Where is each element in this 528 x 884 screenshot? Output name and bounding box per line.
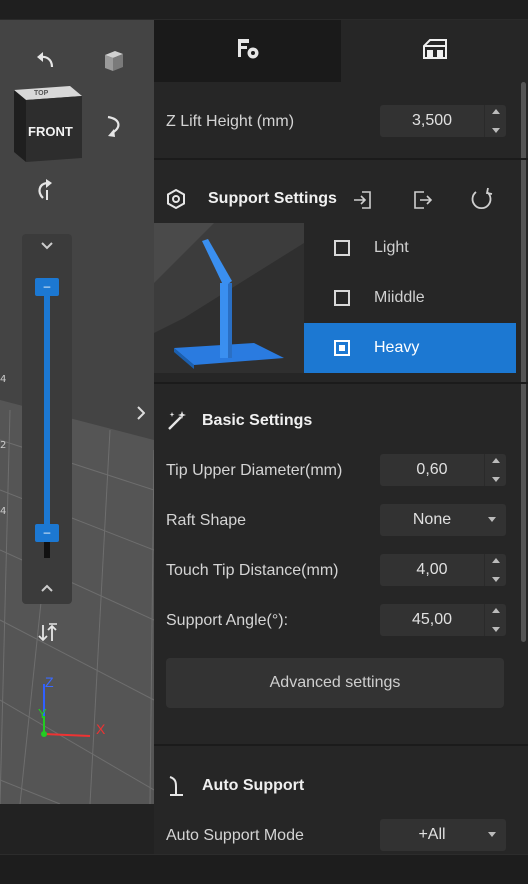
sort-layers-icon[interactable]	[34, 620, 62, 646]
advanced-settings-button[interactable]: Advanced settings	[166, 658, 504, 708]
file-gear-icon	[235, 37, 261, 66]
view-cube-top-label: TOP	[34, 90, 49, 97]
chevron-down-icon	[488, 517, 496, 522]
auto-support-mode-row: Auto Support Mode +All	[166, 819, 506, 853]
divider	[154, 382, 528, 384]
z-lift-height-row: Z Lift Height (mm) 3,500	[166, 105, 506, 139]
layer-slider-lower-handle[interactable]: –	[35, 524, 59, 542]
touch-tip-distance-input[interactable]: 4,00	[380, 554, 506, 586]
collapse-panel-chevron-icon[interactable]	[132, 402, 150, 424]
axis-y-label: Y	[38, 706, 47, 721]
auto-support-header: Auto Support	[166, 771, 304, 801]
tip-upper-diameter-input[interactable]: 0,60	[380, 454, 506, 486]
svg-text:4: 4	[0, 506, 6, 517]
support-structure-icon	[422, 38, 448, 65]
touch-tip-distance-row: Touch Tip Distance(mm) 4,00	[166, 554, 506, 588]
view-cube[interactable]: TOP FRONT	[12, 82, 84, 166]
magic-wand-icon	[166, 410, 196, 432]
tip-upper-diameter-row: Tip Upper Diameter(mm) 0,60	[166, 454, 506, 488]
support-preview-image	[154, 223, 304, 373]
support-option-light[interactable]: Light	[304, 223, 516, 273]
support-angle-row: Support Angle(°): 45,00	[166, 604, 506, 638]
checkbox-icon	[334, 240, 350, 256]
support-option-middle[interactable]: Miiddle	[304, 273, 516, 323]
export-icon[interactable]	[410, 186, 434, 214]
status-bar	[0, 854, 528, 884]
layer-slider-upper-handle[interactable]: –	[35, 278, 59, 296]
axis-z-label: Z	[45, 674, 54, 690]
rotate-view-icon[interactable]	[30, 176, 62, 204]
support-panel: Z Lift Height (mm) 3,500 Support Setting…	[154, 20, 528, 854]
top-bar	[0, 0, 528, 20]
basic-settings-header: Basic Settings	[166, 406, 312, 436]
reset-icon[interactable]	[468, 186, 494, 214]
divider	[154, 158, 528, 160]
z-lift-height-stepper[interactable]	[484, 105, 506, 137]
auto-support-title: Auto Support	[202, 777, 305, 794]
view-cube-front-label: FRONT	[28, 124, 73, 139]
chevron-down-icon	[488, 832, 496, 837]
touch-tip-distance-stepper[interactable]	[484, 554, 506, 586]
undo-view-icon[interactable]	[30, 46, 62, 74]
3d-viewport[interactable]: 4 2 4 TOP FRONT – – Z Y X	[0, 20, 154, 804]
checkbox-checked-icon	[334, 340, 350, 356]
layer-up-chevron-icon[interactable]	[36, 578, 58, 598]
z-lift-height-input[interactable]: 3,500	[380, 105, 506, 137]
support-angle-stepper[interactable]	[484, 604, 506, 636]
view-cube-toggle-icon[interactable]	[98, 44, 130, 76]
auto-support-mode-select[interactable]: +All	[380, 819, 506, 851]
raft-shape-row: Raft Shape None	[166, 504, 506, 538]
hexagon-settings-icon	[166, 189, 196, 209]
svg-text:4: 4	[0, 374, 6, 385]
support-option-heavy[interactable]: Heavy	[304, 323, 516, 373]
layer-slider-end	[44, 542, 50, 558]
panel-scrollbar[interactable]	[521, 82, 526, 642]
import-icon[interactable]	[352, 186, 376, 214]
raft-shape-select[interactable]: None	[380, 504, 506, 536]
support-settings-header: Support Settings	[166, 184, 337, 214]
auto-support-icon	[166, 775, 196, 797]
checkbox-icon	[334, 290, 350, 306]
layer-slider-bar	[44, 296, 50, 536]
svg-text:2: 2	[0, 440, 6, 451]
layer-down-chevron-icon[interactable]	[36, 236, 58, 256]
support-settings-title: Support Settings	[208, 190, 337, 207]
divider	[154, 744, 528, 746]
redo-view-icon[interactable]	[98, 110, 130, 142]
tip-upper-diameter-stepper[interactable]	[484, 454, 506, 486]
tab-slice-settings[interactable]	[154, 20, 341, 82]
support-angle-input[interactable]: 45,00	[380, 604, 506, 636]
tab-support[interactable]	[341, 20, 528, 82]
panel-tabs	[154, 20, 528, 82]
basic-settings-title: Basic Settings	[202, 412, 313, 429]
axis-x-label: X	[96, 721, 106, 737]
